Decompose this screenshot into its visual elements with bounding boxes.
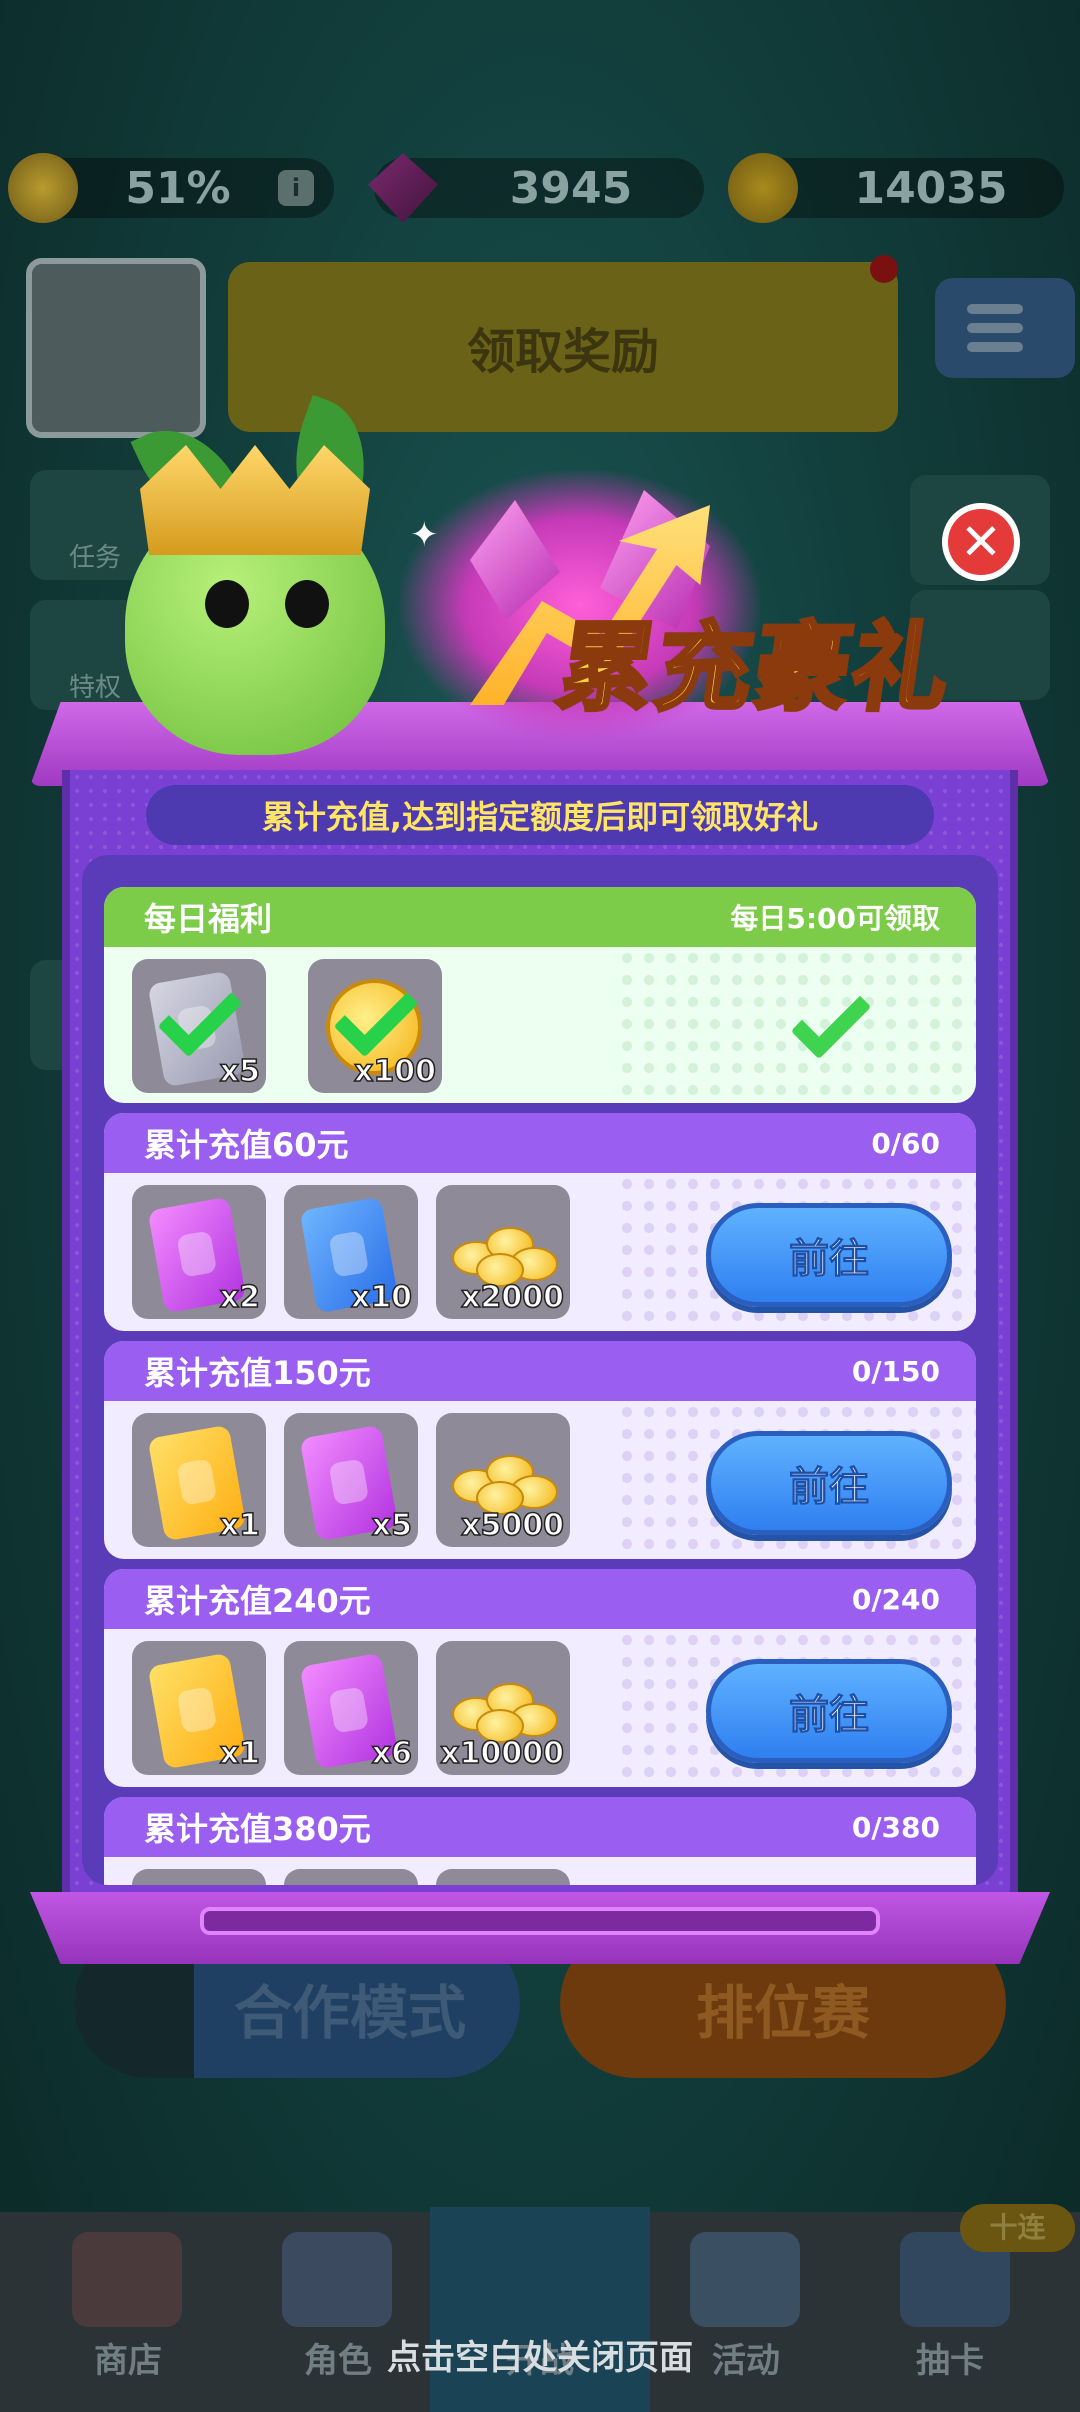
gem-count: 3945 [509,162,633,214]
character-icon [282,2232,392,2327]
reward-qty: x2000 [460,1279,564,1316]
sparkle-icon: ✦ [410,515,439,555]
reward-item[interactable] [132,1869,266,1885]
reward-qty: x5 [371,1507,413,1544]
reward-qty: x10 [350,1279,413,1316]
tier-progress: 0/150 [851,1354,940,1388]
daily-reward-label: 每日福利 [144,900,273,938]
daily-reward-note: 每日5:00可领取 [730,902,940,935]
reward-item[interactable]: x5000 [436,1413,570,1547]
tier-progress: 0/380 [851,1810,940,1844]
reward-list[interactable]: 每日福利 每日5:00可领取 x5 x100 累计充值60元 0/60 x2 x… [82,855,998,1885]
go-button[interactable]: 前往 [706,1203,952,1307]
reward-item[interactable]: x2000 [436,1185,570,1319]
tier-card-240: 累计充值240元 0/240 x1 x6 x10000 前往 [104,1569,976,1787]
tier-label: 累计充值380元 [144,1810,371,1848]
reward-item[interactable]: x1 [132,1641,266,1775]
mascot-eye [205,580,249,628]
popup-bottom-handle [200,1907,880,1935]
info-icon[interactable]: i [278,170,314,206]
top-resource-bar: 51% i 3945 14035 [8,150,1066,230]
tier-progress: 0/60 [871,1126,940,1160]
go-button-label: 前往 [789,1692,870,1739]
reward-item[interactable]: x5 [132,959,266,1093]
reward-qty: x1 [219,1507,261,1544]
popup-subtitle-text: 累计充值,达到指定额度后即可领取好礼 [261,798,819,836]
reward-qty: x5 [219,1053,261,1090]
tier-card-150: 累计充值150元 0/150 x1 x5 x5000 前往 [104,1341,976,1559]
daily-reward-body: x5 x100 [104,947,976,1103]
ranked-mode-label: 排位赛 [695,1979,870,2047]
tier-card-60: 累计充值60元 0/60 x2 x10 x2000 前往 [104,1113,976,1331]
go-button-label: 前往 [789,1236,870,1283]
activity-icon [690,2232,800,2327]
coin-icon [728,153,798,223]
coin-pile-icon [446,1663,562,1743]
tier-progress: 0/240 [851,1582,940,1616]
tier-label: 累计充值150元 [144,1354,371,1392]
level-icon [8,153,78,223]
reward-qty: x2 [219,1279,261,1316]
level-progress[interactable]: 51% i [8,153,334,223]
reward-item[interactable]: x5 [284,1413,418,1547]
crown-icon [140,445,370,555]
claim-reward-label: 领取奖励 [466,324,659,380]
go-button[interactable]: 前往 [706,1431,952,1535]
close-button[interactable]: ✕ [942,503,1020,581]
shop-icon [72,2232,182,2327]
reward-item[interactable]: x2 [132,1185,266,1319]
popup-subtitle: 累计充值,达到指定额度后即可领取好礼 [146,785,934,845]
reward-list-scroll: 每日福利 每日5:00可领取 x5 x100 累计充值60元 0/60 x2 x… [104,887,976,1885]
go-button[interactable]: 前往 [706,1659,952,1763]
reward-item[interactable] [436,1869,570,1885]
tier-label: 累计充值240元 [144,1582,371,1620]
reward-item[interactable]: x100 [308,959,442,1093]
notification-dot [870,255,898,283]
avatar[interactable] [26,258,206,438]
gem-counter[interactable]: 3945 [368,153,704,223]
coin-pile-icon [446,1207,562,1287]
bottom-nav: 商店 角色 开战 活动 抽卡 [0,2207,1080,2412]
reward-item[interactable]: x10 [284,1185,418,1319]
coin-count: 14035 [854,162,1008,214]
daily-reward-card: 每日福利 每日5:00可领取 x5 x100 [104,887,976,1103]
tier-card-380: 累计充值380元 0/380 [104,1797,976,1885]
reward-qty: x100 [353,1053,436,1090]
close-icon: ✕ [960,513,1002,571]
reward-qty: x5000 [460,1507,564,1544]
reward-item[interactable]: x10000 [436,1641,570,1775]
reward-qty: x1 [219,1735,261,1772]
coin-pile-icon [446,1435,562,1515]
coop-mode-label: 合作模式 [234,1979,467,2047]
reward-item[interactable]: x1 [132,1413,266,1547]
gem-icon [368,153,438,223]
go-button-label: 前往 [789,1464,870,1511]
close-hint: 点击空白处关闭页面 [387,2338,693,2378]
menu-button[interactable] [935,278,1075,378]
popup-title: 累充豪礼 [549,610,961,726]
reward-item[interactable] [284,1869,418,1885]
daily-reward-header: 每日福利 每日5:00可领取 [104,887,976,947]
mascot-eye [285,580,329,628]
ten-pull-badge: 十连 [960,2204,1075,2252]
tier-label: 累计充值60元 [144,1126,349,1164]
reward-qty: x10000 [440,1735,565,1772]
coin-counter[interactable]: 14035 [728,153,1064,223]
level-percent: 51% [125,162,231,214]
reward-qty: x6 [371,1735,413,1772]
reward-item[interactable]: x6 [284,1641,418,1775]
